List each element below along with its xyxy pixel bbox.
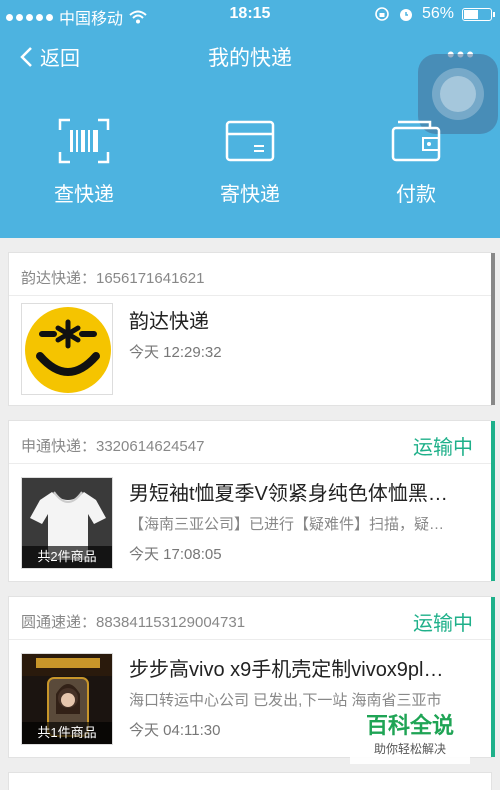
- alarm-icon: [399, 9, 412, 21]
- package-time: 今天 12:29:32: [129, 344, 222, 361]
- package-time: 今天 17:08:05: [129, 546, 222, 563]
- package-desc: 【海南三亚公司】已进行【疑难件】扫描，疑…: [129, 516, 445, 533]
- rotation-lock-icon: [375, 7, 389, 21]
- watermark-subtitle: 助你轻松解决: [373, 742, 446, 756]
- product-image: 共1件商品: [21, 653, 113, 745]
- item-count-badge: 共1件商品: [22, 722, 112, 744]
- barcode-scan-icon: [58, 118, 110, 164]
- payment-button[interactable]: 付款: [356, 118, 476, 207]
- watermark: 百科全说 助你轻松解决: [350, 712, 470, 764]
- package-time: 今天 04:11:30: [129, 722, 221, 739]
- header: 中国移动 18:15 56% 返回 我的快递 ••• 查快递: [0, 0, 500, 238]
- send-express-label: 寄快递: [220, 184, 280, 206]
- package-card[interactable]: [8, 772, 492, 790]
- battery-icon: [462, 7, 495, 21]
- payment-label: 付款: [396, 184, 436, 206]
- box-icon: [225, 120, 275, 162]
- battery-percent: 56%: [421, 5, 454, 22]
- card-header: 韵达快递：1656171641621: [21, 270, 205, 287]
- status-badge: 运输中: [413, 613, 473, 635]
- watermark-title: 百科全说: [365, 713, 454, 738]
- package-title: 韵达快递: [129, 311, 209, 333]
- package-card[interactable]: 韵达快递：1656171641621 韵达快递 今天 12:29:32: [8, 252, 495, 406]
- package-title: 步步高vivo x9手机壳定制vivox9pl…: [129, 659, 444, 681]
- status-badge: 运输中: [413, 437, 473, 459]
- package-title: 男短袖t恤夏季V领紧身纯色体恤黑…: [129, 483, 448, 505]
- courier-logo: [21, 303, 113, 395]
- package-desc: 海口转运中心公司 已发出,下一站 海南省三亚市: [129, 692, 442, 709]
- card-header: 圆通速递：883841153129004731: [21, 614, 246, 631]
- send-express-button[interactable]: 寄快递: [190, 118, 310, 207]
- package-card[interactable]: 申通快递：3320614624547 运输中 共2件商品 男短袖t恤夏季V领紧身…: [8, 420, 495, 582]
- query-express-button[interactable]: 查快递: [24, 118, 144, 207]
- card-accent: [491, 253, 495, 405]
- card-header: 申通快递：3320614624547: [21, 438, 205, 455]
- card-accent: [491, 597, 495, 757]
- status-bar: 中国移动 18:15 56%: [0, 0, 500, 28]
- card-accent: [491, 421, 495, 581]
- quick-actions: 查快递 寄快递 付款: [0, 118, 500, 218]
- wallet-icon: [391, 120, 441, 162]
- product-image: 共2件商品: [21, 477, 113, 569]
- query-express-label: 查快递: [54, 184, 114, 206]
- item-count-badge: 共2件商品: [22, 546, 112, 568]
